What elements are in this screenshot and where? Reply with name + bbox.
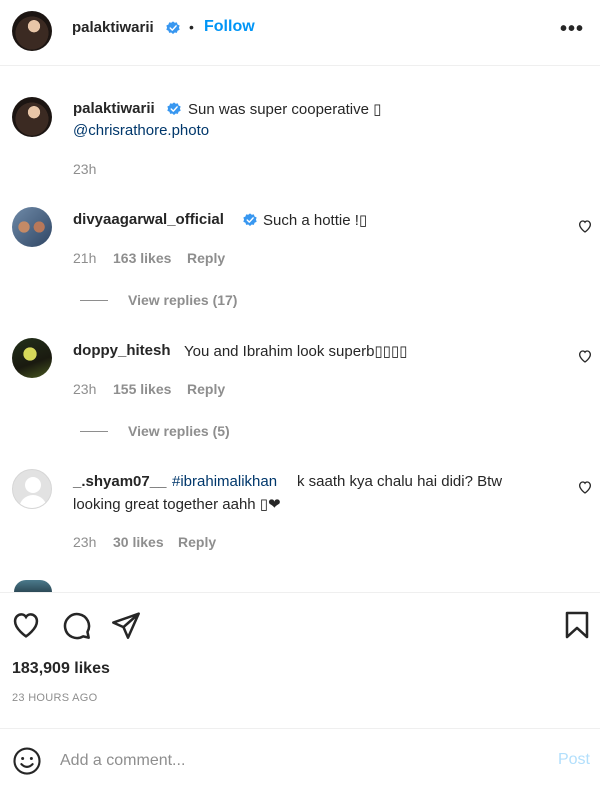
comment-text: k saath kya chalu hai didi? Btw: [297, 473, 503, 490]
like-comment-heart-icon[interactable]: [577, 218, 593, 234]
caption-username[interactable]: palaktiwarii: [73, 100, 155, 117]
caption-time: 23h: [73, 161, 97, 177]
more-options-button[interactable]: •••: [560, 18, 584, 41]
caption-text: Sun was super cooperative ▯: [188, 101, 382, 118]
caption-mention-link[interactable]: @chrisrathore.photo: [73, 122, 209, 139]
post-time-ago[interactable]: 23 HOURS AGO: [12, 692, 98, 704]
reply-button[interactable]: Reply: [187, 250, 225, 266]
reply-button[interactable]: Reply: [187, 381, 225, 397]
comment-icon[interactable]: [60, 609, 92, 641]
verified-badge-icon: [166, 21, 180, 34]
verified-badge-icon: [243, 213, 257, 226]
comment-text-continued: looking great together aahh ▯❤: [73, 496, 281, 513]
comment-avatar-partial: [14, 580, 52, 592]
header-avatar[interactable]: [12, 11, 52, 51]
comment-username[interactable]: divyaagarwal_official: [73, 211, 224, 228]
emoji-icon[interactable]: [12, 746, 42, 776]
replies-divider-line: [80, 300, 108, 301]
comment-likes[interactable]: 163 likes: [113, 250, 171, 266]
header-separator: •: [189, 19, 194, 35]
bookmark-icon[interactable]: [561, 609, 593, 641]
hashtag-link[interactable]: #ibrahimalikhan: [172, 473, 277, 490]
comment-likes[interactable]: 30 likes: [113, 534, 164, 550]
comment-time: 23h: [73, 381, 97, 397]
reply-button[interactable]: Reply: [178, 534, 216, 550]
post-header: palaktiwarii • Follow •••: [0, 0, 600, 66]
follow-button[interactable]: Follow: [204, 18, 255, 36]
comment-text: Such a hottie !▯: [263, 212, 368, 229]
comment-username[interactable]: doppy_hitesh: [73, 342, 171, 359]
heart-icon[interactable]: [10, 609, 42, 641]
comment-avatar[interactable]: [12, 207, 52, 247]
verified-badge-icon: [167, 102, 181, 115]
header-username[interactable]: palaktiwarii: [72, 19, 154, 36]
post-comment-button[interactable]: Post: [558, 751, 590, 769]
comment-input[interactable]: [60, 748, 520, 774]
section-divider: [0, 728, 600, 729]
view-replies-button[interactable]: View replies (17): [128, 292, 237, 308]
section-divider: [0, 592, 600, 593]
comment-text: You and Ibrahim look superb▯▯▯▯: [184, 343, 408, 360]
comment-avatar[interactable]: [12, 338, 52, 378]
like-comment-heart-icon[interactable]: [577, 348, 593, 364]
replies-divider-line: [80, 431, 108, 432]
likes-count[interactable]: 183,909 likes: [12, 660, 110, 678]
view-replies-button[interactable]: View replies (5): [128, 423, 230, 439]
comment-time: 21h: [73, 250, 97, 266]
default-avatar-icon[interactable]: [12, 469, 52, 509]
comment-likes[interactable]: 155 likes: [113, 381, 171, 397]
comment-username[interactable]: _.shyam07__: [73, 473, 166, 490]
comment-time: 23h: [73, 534, 97, 550]
like-comment-heart-icon[interactable]: [577, 479, 593, 495]
caption-avatar[interactable]: [12, 97, 52, 137]
share-icon[interactable]: [110, 609, 142, 641]
